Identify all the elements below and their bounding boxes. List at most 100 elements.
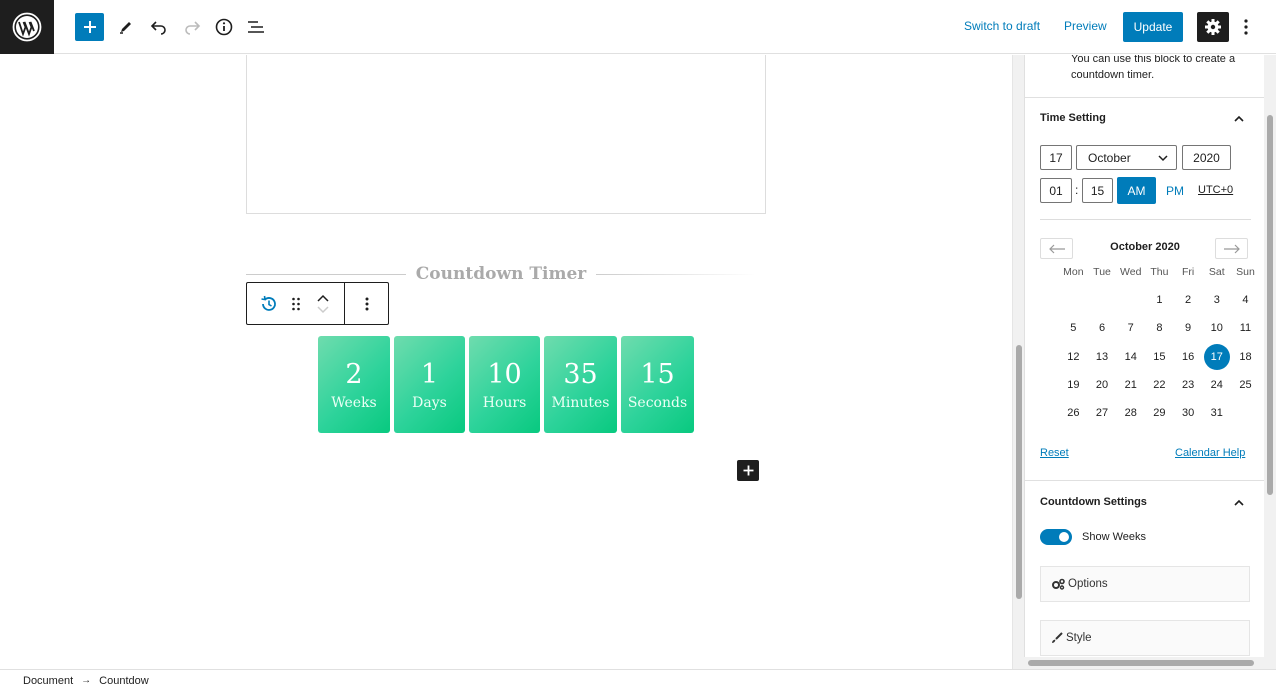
month-select[interactable]: October	[1076, 145, 1177, 170]
style-label: Style	[1066, 632, 1092, 644]
chevron-up-icon[interactable]	[1231, 111, 1247, 127]
editor-header: Switch to draft Preview Update	[0, 0, 1276, 54]
calendar-day[interactable]: 28	[1116, 407, 1145, 419]
move-down-chevron-icon[interactable]	[317, 305, 329, 314]
list-view-icon[interactable]	[242, 13, 270, 41]
calendar-day[interactable]: 25	[1231, 379, 1260, 391]
sidebar-scrollbar[interactable]	[1264, 55, 1276, 657]
calendar-day[interactable]: 29	[1145, 407, 1174, 419]
inline-add-block-button[interactable]	[737, 460, 759, 481]
timer-unit-hours: 10 Hours	[469, 336, 540, 433]
previous-month-arrow-icon[interactable]	[1040, 238, 1073, 259]
canvas-scrollbar[interactable]	[1012, 55, 1024, 669]
calendar-day[interactable]: 22	[1145, 379, 1174, 391]
year-input[interactable]: 2020	[1182, 145, 1231, 170]
calendar-help-link[interactable]: Calendar Help	[1175, 447, 1245, 459]
add-block-button[interactable]	[75, 13, 104, 41]
calendar-day[interactable]: 3	[1202, 294, 1231, 306]
calendar-day[interactable]: 8	[1145, 322, 1174, 334]
calendar-day[interactable]: 31	[1202, 407, 1231, 419]
calendar-day[interactable]: 9	[1174, 322, 1203, 334]
info-icon[interactable]	[210, 13, 238, 41]
calendar-day[interactable]: 26	[1059, 407, 1088, 419]
calendar-day[interactable]: 30	[1174, 407, 1203, 419]
calendar-weeks: 1 2 3 4 5 6 7 8 9 10 11 12 13 14 15 16 17 18 19 20 21 22 23 24 2…	[1059, 286, 1260, 427]
pm-button[interactable]: PM	[1166, 184, 1184, 198]
more-options-icon[interactable]	[1236, 14, 1256, 40]
scrollbar-thumb[interactable]	[1028, 660, 1254, 666]
move-up-chevron-icon[interactable]	[317, 294, 329, 302]
weekday-label: Fri	[1181, 266, 1195, 278]
update-button[interactable]: Update	[1123, 12, 1183, 42]
preview-link[interactable]: Preview	[1064, 19, 1107, 33]
am-button[interactable]: AM	[1117, 177, 1156, 204]
edit-tool-icon[interactable]	[112, 13, 140, 41]
countdown-block-type-icon[interactable]	[259, 283, 279, 324]
timer-label: Weeks	[331, 394, 377, 411]
day-input[interactable]: 17	[1040, 145, 1072, 170]
settings-gear-icon[interactable]	[1197, 12, 1229, 42]
wordpress-logo-icon[interactable]	[0, 0, 54, 54]
countdown-settings-panel-title[interactable]: Countdown Settings	[1040, 496, 1147, 508]
calendar-day[interactable]: 16	[1174, 351, 1203, 363]
scrollbar-thumb[interactable]	[1267, 115, 1273, 495]
calendar-day-selected[interactable]: 17	[1202, 343, 1231, 370]
options-label: Options	[1068, 578, 1108, 590]
block-options-icon[interactable]	[357, 283, 377, 324]
switch-to-draft-link[interactable]: Switch to draft	[964, 19, 1040, 33]
timezone-label[interactable]: UTC+0	[1198, 184, 1233, 196]
calendar-day[interactable]: 11	[1231, 322, 1260, 334]
calendar-day[interactable]: 6	[1088, 322, 1117, 334]
calendar-day[interactable]: 10	[1202, 322, 1231, 334]
reset-link[interactable]: Reset	[1040, 447, 1069, 459]
redo-icon[interactable]	[178, 13, 206, 41]
calendar-day[interactable]: 20	[1088, 379, 1117, 391]
timer-label: Seconds	[627, 394, 688, 411]
calendar-day[interactable]: 5	[1059, 322, 1088, 334]
calendar-day[interactable]: 1	[1145, 294, 1174, 306]
timer-label: Hours	[482, 394, 527, 411]
style-subpanel[interactable]: Style	[1040, 620, 1250, 656]
breadcrumb-item-document[interactable]: Document	[23, 675, 73, 687]
calendar-week-row: 12 13 14 15 16 17 18	[1059, 343, 1260, 371]
show-weeks-label: Show Weeks	[1082, 531, 1146, 543]
calendar-day[interactable]: 19	[1059, 379, 1088, 391]
toggle-knob	[1059, 532, 1069, 542]
undo-icon[interactable]	[145, 13, 173, 41]
hour-input[interactable]: 01	[1040, 178, 1072, 203]
calendar-day[interactable]: 18	[1231, 351, 1260, 363]
sidebar-horizontal-scrollbar[interactable]	[1024, 657, 1276, 669]
calendar-day[interactable]: 7	[1116, 322, 1145, 334]
calendar-day[interactable]: 2	[1174, 294, 1203, 306]
timer-unit-weeks: 2 Weeks	[318, 336, 390, 433]
calendar-week-row: 1234	[1059, 286, 1260, 314]
chevron-up-icon[interactable]	[1231, 495, 1247, 511]
drag-handle-icon[interactable]	[289, 283, 303, 324]
breadcrumb-item-countdown[interactable]: Countdow	[99, 675, 149, 687]
timer-label: Minutes	[551, 394, 610, 411]
previous-block[interactable]	[246, 55, 766, 214]
calendar-day[interactable]: 21	[1116, 379, 1145, 391]
block-toolbar	[246, 282, 389, 325]
minute-input[interactable]: 15	[1082, 178, 1113, 203]
calendar-day[interactable]: 15	[1145, 351, 1174, 363]
calendar-day[interactable]: 24	[1202, 379, 1231, 391]
timer-unit-minutes: 35 Minutes	[544, 336, 617, 433]
show-weeks-toggle[interactable]	[1040, 529, 1072, 545]
weekday-label: Tue	[1093, 266, 1111, 278]
scrollbar-thumb[interactable]	[1016, 345, 1022, 599]
options-subpanel[interactable]: Options	[1040, 566, 1250, 602]
calendar-day[interactable]: 12	[1059, 351, 1088, 363]
countdown-timer: 2 Weeks 1 Days 10 Hours 35 Minutes 15 Se…	[318, 336, 694, 433]
timer-label: Days	[412, 394, 447, 411]
move-block-controls	[314, 283, 332, 324]
block-breadcrumb: Document → Countdow	[0, 669, 1276, 691]
calendar-day[interactable]: 23	[1174, 379, 1203, 391]
calendar-day[interactable]: 13	[1088, 351, 1117, 363]
calendar-day[interactable]: 14	[1116, 351, 1145, 363]
title-divider	[596, 273, 757, 275]
calendar-day[interactable]: 4	[1231, 294, 1260, 306]
calendar-day[interactable]: 27	[1088, 407, 1117, 419]
time-setting-panel-title[interactable]: Time Setting	[1040, 112, 1106, 124]
next-month-arrow-icon[interactable]	[1215, 238, 1248, 259]
